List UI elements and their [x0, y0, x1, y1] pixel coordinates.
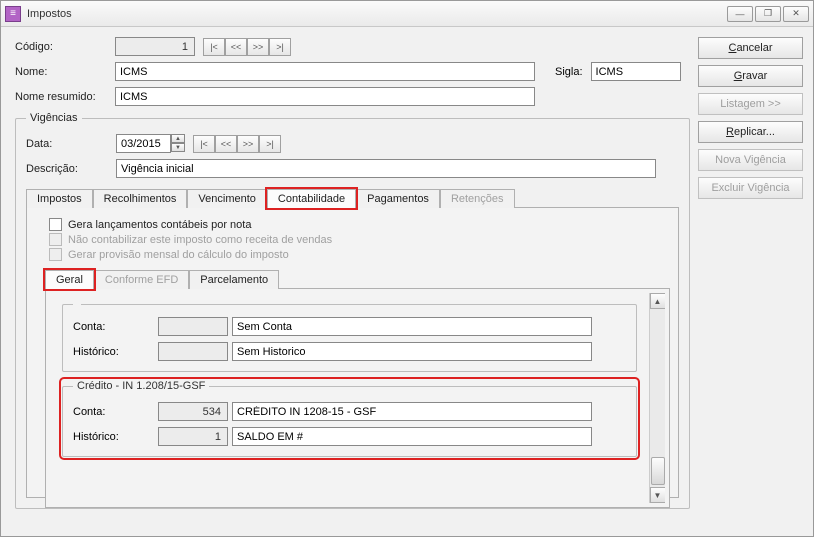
label-nome-resumido: Nome resumido: [15, 91, 115, 103]
vigencias-legend: Vigências [26, 112, 82, 124]
nome-field[interactable] [115, 62, 535, 81]
window-controls: — ❐ ✕ [727, 6, 809, 22]
nav-last-icon[interactable]: >| [269, 38, 291, 56]
label-data: Data: [26, 138, 116, 150]
label-credito-historico: Histórico: [73, 431, 158, 443]
codigo-field[interactable] [115, 37, 195, 56]
app-icon: ≡ [5, 6, 21, 22]
codigo-nav: |< << >> >| [203, 38, 291, 56]
subtab-geral[interactable]: Geral [45, 270, 94, 289]
label-credito-conta: Conta: [73, 406, 158, 418]
cancelar-button[interactable]: Cancelar [698, 37, 803, 59]
conta-descr-field[interactable] [232, 317, 592, 336]
credito-conta-descr-field[interactable] [232, 402, 592, 421]
checkbox-gerar-provisao [49, 248, 62, 261]
credito-legend: Crédito - IN 1.208/15-GSF [73, 380, 209, 392]
label-codigo: Código: [15, 41, 115, 53]
subtab-body: Conta: Histórico: [45, 289, 670, 508]
tab-body-contabilidade: Gera lançamentos contábeis por nota Não … [26, 208, 679, 498]
listagem-button: Listagem >> [698, 93, 803, 115]
label-conta: Conta: [73, 321, 158, 333]
subtabs: Geral Conforme EFD Parcelamento [45, 269, 670, 289]
historico-descr-field[interactable] [232, 342, 592, 361]
data-nav: |< << >> >| [193, 135, 281, 153]
right-button-column: Cancelar Gravar Listagem >> Replicar... … [698, 37, 803, 526]
subtab-conforme-efd: Conforme EFD [94, 270, 189, 289]
nav-prev-icon[interactable]: << [225, 38, 247, 56]
checkbox-nao-contabilizar [49, 233, 62, 246]
label-checkbox-gera: Gera lançamentos contábeis por nota [68, 219, 251, 231]
minimize-button[interactable]: — [727, 6, 753, 22]
content-area: Código: |< << >> >| Nome: Sigla: Nome re… [1, 27, 813, 536]
tab-pagamentos[interactable]: Pagamentos [356, 189, 440, 208]
label-checkbox-provisao: Gerar provisão mensal do cálculo do impo… [68, 249, 289, 261]
window-title: Impostos [27, 8, 727, 20]
tab-recolhimentos[interactable]: Recolhimentos [93, 189, 188, 208]
nome-resumido-field[interactable] [115, 87, 535, 106]
tab-impostos[interactable]: Impostos [26, 189, 93, 208]
nav-first-icon[interactable]: |< [193, 135, 215, 153]
nav-last-icon[interactable]: >| [259, 135, 281, 153]
close-button[interactable]: ✕ [783, 6, 809, 22]
spinner-down-icon[interactable]: ▼ [171, 143, 185, 152]
main-panel: Código: |< << >> >| Nome: Sigla: Nome re… [15, 37, 690, 526]
group-credito-in: Crédito - IN 1.208/15-GSF Conta: Históri… [62, 380, 637, 457]
label-descricao: Descrição: [26, 163, 116, 175]
nav-prev-icon[interactable]: << [215, 135, 237, 153]
label-nome: Nome: [15, 66, 115, 78]
excluir-vigencia-button: Excluir Vigência [698, 177, 803, 199]
replicar-button[interactable]: Replicar... [698, 121, 803, 143]
group-generic: Conta: Histórico: [62, 301, 637, 372]
vigencias-tabs: Impostos Recolhimentos Vencimento Contab… [26, 188, 679, 208]
titlebar: ≡ Impostos — ❐ ✕ [1, 1, 813, 27]
sigla-field[interactable] [591, 62, 681, 81]
spinner-up-icon[interactable]: ▲ [171, 134, 185, 143]
window: ≡ Impostos — ❐ ✕ Código: |< << >> >| Nom… [0, 0, 814, 537]
subtab-parcelamento[interactable]: Parcelamento [189, 270, 279, 289]
data-spinner: ▲ ▼ [116, 134, 185, 153]
scroll-down-icon[interactable]: ▼ [650, 487, 666, 503]
nav-first-icon[interactable]: |< [203, 38, 225, 56]
credito-conta-code-field[interactable] [158, 402, 228, 421]
label-historico: Histórico: [73, 346, 158, 358]
conta-code-field[interactable] [158, 317, 228, 336]
nav-next-icon[interactable]: >> [237, 135, 259, 153]
checkbox-gera-lancamentos[interactable] [49, 218, 62, 231]
data-field[interactable] [116, 134, 171, 153]
credito-hist-descr-field[interactable] [232, 427, 592, 446]
label-checkbox-nao-cont: Não contabilizar este imposto como recei… [68, 234, 332, 246]
tab-vencimento[interactable]: Vencimento [187, 189, 266, 208]
credito-hist-code-field[interactable] [158, 427, 228, 446]
scroll-up-icon[interactable]: ▲ [650, 293, 666, 309]
scroll-thumb[interactable] [651, 457, 665, 485]
nav-next-icon[interactable]: >> [247, 38, 269, 56]
vertical-scrollbar[interactable]: ▲ ▼ [649, 293, 665, 503]
vigencias-group: Vigências Data: ▲ ▼ |< << >> >| [15, 112, 690, 509]
descricao-field[interactable] [116, 159, 656, 178]
tab-contabilidade[interactable]: Contabilidade [267, 189, 356, 208]
maximize-button[interactable]: ❐ [755, 6, 781, 22]
scrolled-area: Conta: Histórico: [50, 293, 665, 503]
historico-code-field[interactable] [158, 342, 228, 361]
tab-retencoes: Retenções [440, 189, 515, 208]
gravar-button[interactable]: Gravar [698, 65, 803, 87]
label-sigla: Sigla: [555, 66, 583, 78]
nova-vigencia-button: Nova Vigência [698, 149, 803, 171]
